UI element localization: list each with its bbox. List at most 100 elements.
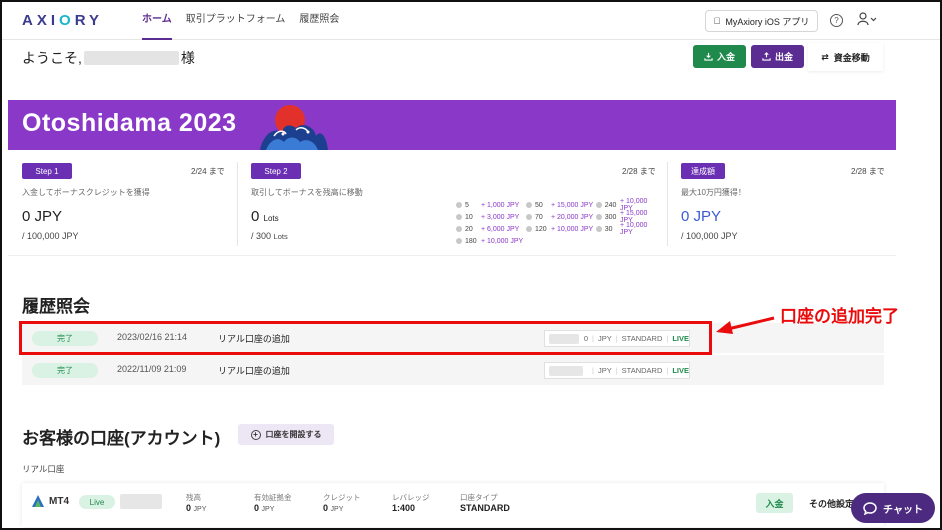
lot-bonus-item: 300 + 15,000 JPY <box>596 210 660 224</box>
question-circle-icon[interactable]: ? <box>830 14 843 27</box>
other-settings-button[interactable]: その他設定 <box>809 497 854 510</box>
credit-value: 0 JPY <box>323 503 344 513</box>
lot-bonus-item: 5 + 1,000 JPY <box>456 200 526 210</box>
separator: | <box>592 366 594 375</box>
redacted-account-number <box>549 365 583 376</box>
ios-app-button[interactable]:  MyAxiory iOS アプリ <box>705 10 818 32</box>
main-nav: ホーム 取引プラットフォーム 履歴照会 <box>142 2 339 40</box>
step2-description: 取引してボーナスを残高に移動 <box>251 188 363 197</box>
transfer-arrows-icon: ⇄ <box>821 51 829 62</box>
lot-count: 120 <box>535 225 547 233</box>
step1-description: 入金してボーナスクレジットを獲得 <box>22 188 150 197</box>
nav-history[interactable]: 履歴照会 <box>299 2 339 40</box>
progress-dot-icon <box>456 238 462 244</box>
balance-value: 0 JPY <box>186 503 207 513</box>
nav-platforms[interactable]: 取引プラットフォーム <box>186 2 286 40</box>
live-badge: Live <box>79 495 115 509</box>
leverage-value: 1:400 <box>392 503 416 513</box>
step2-deadline: 2/28 まで <box>622 167 656 176</box>
history-description: リアル口座の追加 <box>218 366 290 376</box>
lot-count: 5 <box>465 201 469 209</box>
lot-bonus-amount: + 6,000 JPY <box>481 225 520 233</box>
step3-description: 最大10万円獲得！ <box>681 188 746 197</box>
open-account-button[interactable]: + 口座を開設する <box>238 424 334 445</box>
deposit-button[interactable]: 入金 <box>693 45 746 68</box>
user-icon[interactable] <box>857 12 877 29</box>
achieved-badge: 達成額 <box>681 163 725 179</box>
lot-bonus-amount: + 3,000 JPY <box>481 213 520 221</box>
equity-value: 0 JPY <box>254 503 275 513</box>
lot-count: 50 <box>535 201 543 209</box>
platform-name: MT4 <box>49 495 69 507</box>
welcome-suffix: 様 <box>180 50 195 66</box>
lot-count: 300 <box>604 213 617 221</box>
mt4-logo-icon <box>32 495 44 507</box>
history-row[interactable]: 完了 2022/11/09 21:09 リアル口座の追加 | JPY | STA… <box>22 355 884 385</box>
progress-dot-icon <box>526 202 532 208</box>
step1-deadline: 2/24 まで <box>191 167 225 176</box>
lot-bonus-amount: + 20,000 JPY <box>551 213 594 221</box>
highlight-box <box>19 321 712 355</box>
card-deposit-button[interactable]: 入金 <box>756 493 793 513</box>
lot-count: 70 <box>535 213 543 221</box>
account-currency: JPY <box>597 366 612 375</box>
progress-dot-icon <box>456 226 462 232</box>
progress-dot-icon <box>526 226 532 232</box>
history-title: 履歴照会 <box>22 297 90 316</box>
accounts-title: お客様の口座(アカウント) <box>22 429 221 448</box>
achieved-value: 0 JPY <box>681 208 722 225</box>
separator: | <box>615 366 618 375</box>
promo-banner[interactable]: Otoshidama 2023 <box>8 100 896 150</box>
account-card[interactable]: MT4 Live 残高 0 JPY 有効証拠金 0 JPY クレジット 0 JP… <box>22 483 884 527</box>
apple-icon:  <box>714 16 721 26</box>
real-accounts-label: リアル口座 <box>22 464 65 474</box>
chat-bubble-icon <box>863 501 877 515</box>
axiory-logo[interactable]: AXIORY <box>22 12 103 29</box>
step2-lots-value: 0 <box>251 208 260 225</box>
callout-text: 口座の追加完了 <box>780 307 899 326</box>
ios-app-label: MyAxiory iOS アプリ <box>721 16 809 27</box>
lot-count: 240 <box>604 201 617 209</box>
divider <box>667 162 668 246</box>
screenshot-frame <box>0 0 942 530</box>
credit-label: クレジット <box>323 493 361 502</box>
lot-bonus-amount: + 1,000 JPY <box>481 201 520 209</box>
transfer-label: 資金移動 <box>833 52 870 63</box>
chat-label: チャット <box>883 504 923 516</box>
status-badge: 完了 <box>32 363 98 378</box>
progress-dot-icon <box>596 214 602 220</box>
history-date: 2022/11/09 21:09 <box>117 364 187 374</box>
chat-button[interactable]: チャット <box>851 493 935 523</box>
deposit-label: 入金 <box>716 52 735 62</box>
top-bar: AXIORY ホーム 取引プラットフォーム 履歴照会  MyAxiory iO… <box>2 2 940 40</box>
banner-title: Otoshidama 2023 <box>22 109 237 137</box>
welcome-message: ようこそ, 様 <box>22 48 195 68</box>
progress-dot-icon <box>596 226 602 232</box>
nav-home[interactable]: ホーム <box>142 2 172 40</box>
transfer-button[interactable]: ⇄ 資金移動 <box>808 43 883 71</box>
welcome-prefix: ようこそ, <box>22 50 82 66</box>
lot-bonus-item: 10 + 3,000 JPY <box>456 212 526 222</box>
account-type: STANDARD <box>621 366 663 375</box>
lot-count: 180 <box>465 237 477 245</box>
step2-target-unit: Lots <box>273 232 288 241</box>
progress-dot-icon <box>456 202 462 208</box>
leverage-label: レバレッジ <box>392 493 430 502</box>
lot-bonus-item: 120 + 10,000 JPY <box>526 224 596 234</box>
progress-dot-icon <box>596 202 602 208</box>
account-type-value: STANDARD <box>460 503 510 513</box>
step2-target: / 300 Lots <box>251 231 288 241</box>
lot-bonus-table: 5 + 1,000 JPY 50 + 15,000 JPY 240 + 10,000 JP… <box>456 198 660 246</box>
lot-count: 30 <box>604 225 613 233</box>
separator: | <box>666 366 669 375</box>
step2-target-value: / 300 <box>251 231 272 241</box>
redacted-username <box>83 51 179 65</box>
achieved-target: / 100,000 JPY <box>681 231 738 241</box>
step2-badge: Step 2 <box>251 163 301 179</box>
withdraw-button[interactable]: 出金 <box>751 45 804 68</box>
lot-bonus-item: 70 + 20,000 JPY <box>526 212 596 222</box>
equity-label: 有効証拠金 <box>254 493 292 502</box>
bonus-steps: Step 1 2/24 まで 入金してボーナスクレジットを獲得 0 JPY / … <box>8 150 896 256</box>
account-tag: | JPY | STANDARD | LIVE <box>544 362 690 379</box>
lot-bonus-item: 180 + 10,000 JPY <box>456 236 526 246</box>
